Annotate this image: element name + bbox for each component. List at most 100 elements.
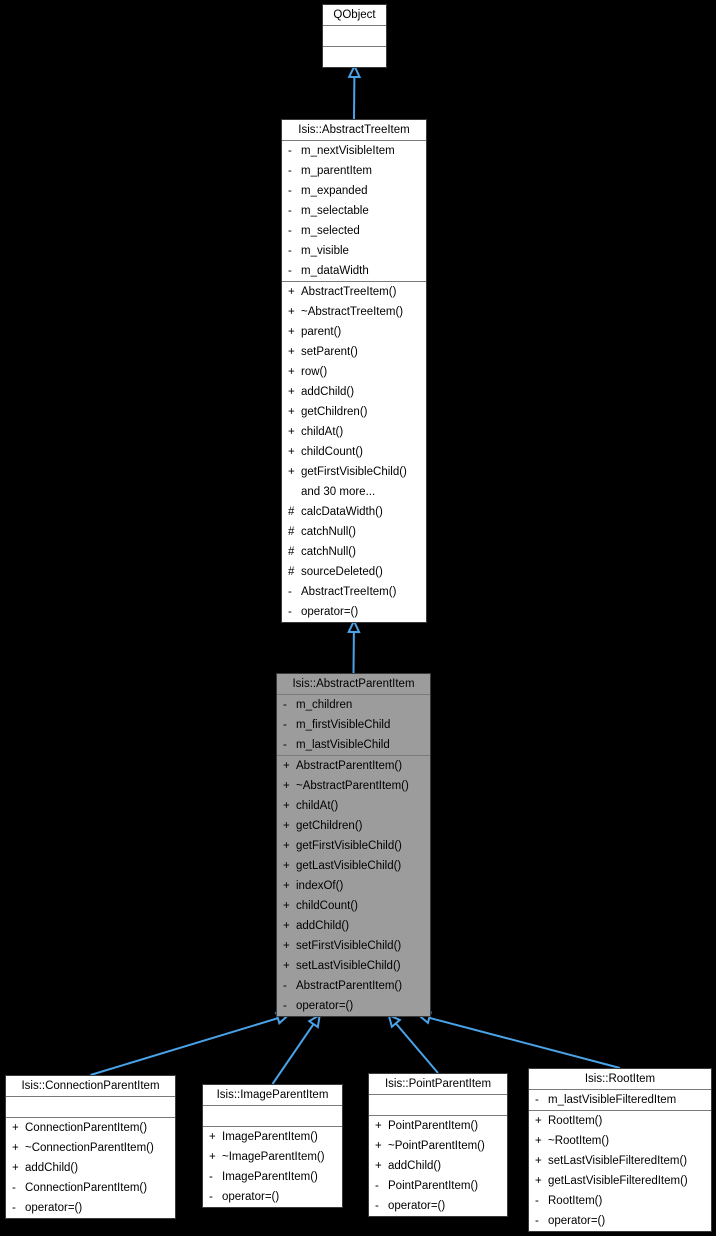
member-name: setLastVisibleChild() bbox=[296, 960, 401, 972]
visibility-marker: - bbox=[12, 1202, 16, 1214]
member-name: addChild() bbox=[301, 386, 355, 398]
method-row: + RootItem() bbox=[529, 1111, 711, 1131]
class-methods-compartment: + ConnectionParentItem() + ~ConnectionParen… bbox=[6, 1118, 175, 1218]
visibility-marker: + bbox=[12, 1122, 19, 1134]
visibility-marker: + bbox=[375, 1160, 382, 1172]
class-attributes-compartment bbox=[6, 1097, 175, 1118]
class-box-abstract-tree-item[interactable]: Isis::AbstractTreeItem - m_nextVisibleItem… bbox=[281, 119, 427, 623]
visibility-marker: + bbox=[283, 800, 290, 812]
edge-imageparentitem-abstractparentitem bbox=[271, 1013, 322, 1085]
class-title-compartment: Isis::RootItem bbox=[529, 1069, 711, 1090]
member-name: catchNull() bbox=[301, 526, 356, 538]
method-row: + getFirstVisibleChild() bbox=[282, 462, 426, 482]
class-attributes-compartment bbox=[323, 26, 386, 47]
visibility-marker: - bbox=[375, 1200, 379, 1212]
attribute-row: - m_selected bbox=[282, 221, 426, 241]
method-row: + addChild() bbox=[369, 1156, 507, 1176]
class-box-connection-parent-item[interactable]: Isis::ConnectionParentItem + ConnectionPar… bbox=[5, 1075, 176, 1219]
method-row: + PointParentItem() bbox=[369, 1116, 507, 1136]
member-name: PointParentItem() bbox=[388, 1120, 479, 1132]
member-name: operator=() bbox=[296, 1000, 354, 1012]
visibility-marker: - bbox=[288, 165, 292, 177]
member-name: ~ConnectionParentItem() bbox=[25, 1142, 154, 1154]
class-box-abstract-parent-item[interactable]: Isis::AbstractParentItem - m_children - m_fi… bbox=[276, 673, 431, 1017]
method-row: + childCount() bbox=[277, 896, 430, 916]
member-name: operator=() bbox=[301, 606, 359, 618]
member-name: childCount() bbox=[296, 900, 358, 912]
empty-methods bbox=[323, 47, 386, 67]
class-title-compartment: Isis::AbstractTreeItem bbox=[282, 120, 426, 141]
member-name: operator=() bbox=[25, 1202, 83, 1214]
visibility-marker: + bbox=[283, 940, 290, 952]
visibility-marker: - bbox=[375, 1180, 379, 1192]
class-box-root-item[interactable]: Isis::RootItem - m_lastVisibleFilteredItem… bbox=[528, 1068, 712, 1232]
member-name: getChildren() bbox=[301, 406, 368, 418]
method-row: - operator=() bbox=[277, 996, 430, 1016]
class-attributes-compartment: - m_children - m_firstVisibleChild - m_lastVi… bbox=[277, 695, 430, 756]
member-name: m_selected bbox=[301, 225, 360, 237]
member-name: m_selectable bbox=[301, 205, 369, 217]
visibility-marker: + bbox=[209, 1131, 216, 1143]
edge-line bbox=[395, 1022, 439, 1074]
member-name: RootItem() bbox=[548, 1115, 603, 1127]
class-box-point-parent-item[interactable]: Isis::PointParentItem + PointParentItem() +… bbox=[368, 1073, 508, 1217]
method-row: + ImageParentItem() bbox=[203, 1127, 342, 1147]
class-methods-compartment: + ImageParentItem() + ~ImageParentItem() - Im… bbox=[203, 1127, 342, 1207]
visibility-marker: + bbox=[288, 346, 295, 358]
class-box-qobject[interactable]: QObject bbox=[322, 4, 387, 68]
visibility-marker: - bbox=[535, 1215, 539, 1227]
method-row: + childAt() bbox=[282, 422, 426, 442]
member-name: and 30 more... bbox=[301, 486, 376, 498]
member-name: calcDataWidth() bbox=[301, 506, 383, 518]
member-name: m_expanded bbox=[301, 185, 368, 197]
method-row: + addChild() bbox=[6, 1158, 175, 1178]
attribute-row: - m_dataWidth bbox=[282, 261, 426, 281]
member-name: m_visible bbox=[301, 245, 349, 257]
visibility-marker: + bbox=[535, 1115, 542, 1127]
method-row: + childCount() bbox=[282, 442, 426, 462]
visibility-marker: + bbox=[288, 306, 295, 318]
visibility-marker: + bbox=[288, 406, 295, 418]
class-name: Isis::PointParentItem bbox=[384, 1078, 492, 1090]
member-name: m_children bbox=[296, 699, 353, 711]
method-row: - PointParentItem() bbox=[369, 1176, 507, 1196]
visibility-marker: - bbox=[288, 586, 292, 598]
visibility-marker: - bbox=[12, 1182, 16, 1194]
member-name: getFirstVisibleChild() bbox=[301, 466, 407, 478]
visibility-marker: # bbox=[288, 506, 295, 518]
method-row: - ConnectionParentItem() bbox=[6, 1178, 175, 1198]
method-row: # sourceDeleted() bbox=[282, 562, 426, 582]
member-name: childAt() bbox=[296, 800, 339, 812]
visibility-marker: # bbox=[288, 526, 295, 538]
visibility-marker: - bbox=[535, 1195, 539, 1207]
member-name: addChild() bbox=[25, 1162, 79, 1174]
member-name: m_firstVisibleChild bbox=[296, 719, 391, 731]
visibility-marker: + bbox=[288, 386, 295, 398]
visibility-marker: - bbox=[288, 606, 292, 618]
edge-rootitem-abstractparentitem bbox=[416, 1011, 621, 1069]
method-row: + AbstractTreeItem() bbox=[282, 282, 426, 302]
member-name: getChildren() bbox=[296, 820, 363, 832]
method-row: + parent() bbox=[282, 322, 426, 342]
method-row: and 30 more... bbox=[282, 482, 426, 502]
attribute-row: - m_visible bbox=[282, 241, 426, 261]
visibility-marker: + bbox=[288, 326, 295, 338]
member-name: AbstractTreeItem() bbox=[301, 586, 397, 598]
class-name: Isis::RootItem bbox=[584, 1073, 656, 1085]
member-name: indexOf() bbox=[296, 880, 344, 892]
method-row: - AbstractParentItem() bbox=[277, 976, 430, 996]
visibility-marker: + bbox=[288, 366, 295, 378]
attribute-row: - m_parentItem bbox=[282, 161, 426, 181]
attribute-row: - m_expanded bbox=[282, 181, 426, 201]
class-box-image-parent-item[interactable]: Isis::ImageParentItem + ImageParentItem() +… bbox=[202, 1084, 343, 1208]
attribute-row: - m_firstVisibleChild bbox=[277, 715, 430, 735]
visibility-marker: + bbox=[375, 1140, 382, 1152]
member-name: m_dataWidth bbox=[301, 265, 369, 277]
method-row: + ~ConnectionParentItem() bbox=[6, 1138, 175, 1158]
member-name: setParent() bbox=[301, 346, 358, 358]
method-row: + getLastVisibleFilteredItem() bbox=[529, 1171, 711, 1191]
member-name: m_nextVisibleItem bbox=[301, 145, 395, 157]
edge-pointparentitem-abstractparentitem bbox=[387, 1013, 439, 1074]
member-name: catchNull() bbox=[301, 546, 356, 558]
visibility-marker: + bbox=[535, 1135, 542, 1147]
